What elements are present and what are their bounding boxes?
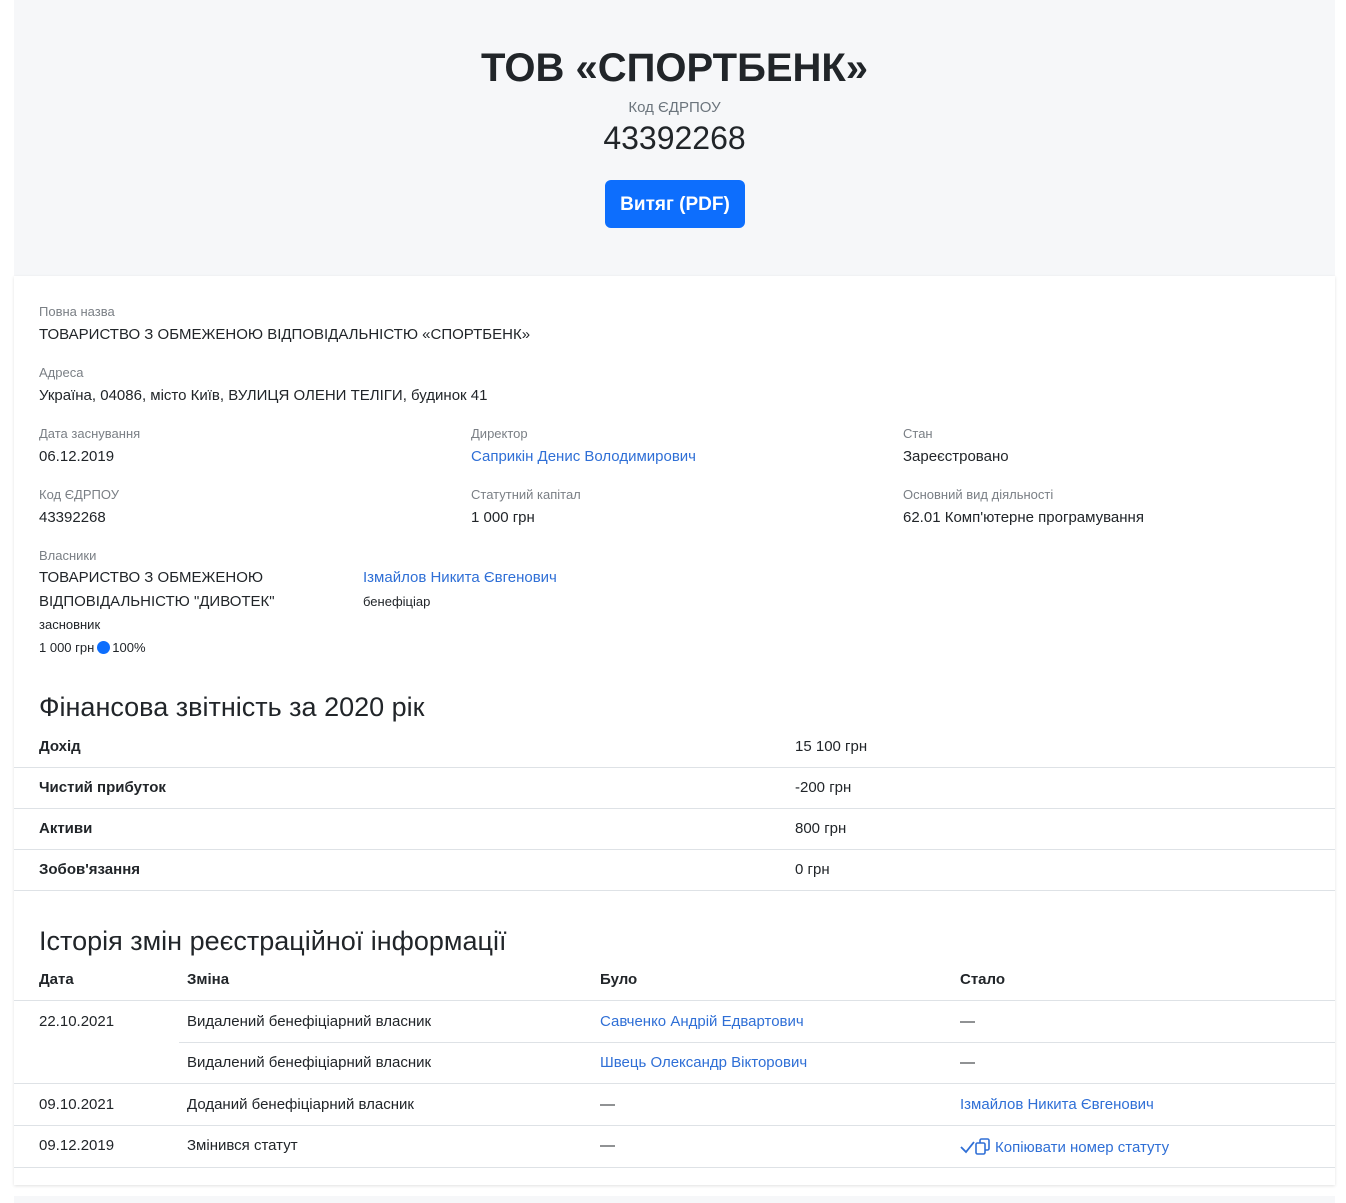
finance-row-label: Активи — [39, 820, 93, 837]
owner-founder-name-line2: ВІДПОВІДАЛЬНІСТЮ "ДИВОТЕК" — [39, 593, 275, 610]
history-was-link[interactable]: Швець Олександр Вікторович — [600, 1054, 807, 1071]
edrpou-field: Код ЄДРПОУ 43392268 — [39, 487, 119, 529]
history-col-date: Дата — [39, 971, 74, 988]
address-value: Україна, 04086, місто Київ, ВУЛИЦЯ ОЛЕНИ… — [39, 387, 488, 404]
full-name-value: ТОВАРИСТВО З ОБМЕЖЕНОЮ ВІДПОВІДАЛЬНІСТЮ … — [39, 326, 531, 343]
history-was: — — [600, 1137, 615, 1154]
check-copy-icon — [960, 1138, 992, 1162]
history-row: 09.10.2021 Доданий бенефіціарний власник… — [14, 1084, 1335, 1126]
history-group: 22.10.2021 Видалений бенефіціарний власн… — [14, 1001, 1335, 1084]
finance-row: Зобов'язання 0 грн — [14, 849, 1335, 891]
history-subrow: Видалений бенефіціарний власник Савченко… — [179, 1001, 1335, 1043]
activity-label: Основний вид діяльності — [903, 487, 1054, 502]
capital-field: Статутний капітал 1 000 грн — [471, 487, 581, 529]
history-change: Видалений бенефіціарний власник — [187, 1054, 432, 1071]
status-label: Стан — [903, 426, 933, 441]
history-was: — — [600, 1096, 615, 1113]
finance-row-value: -200 грн — [795, 779, 852, 796]
history-change: Видалений бенефіціарний власник — [187, 1013, 432, 1030]
history-title: Історія змін реєстраційної інформації — [39, 926, 507, 956]
copy-statute-label[interactable]: Копіювати номер статуту — [995, 1139, 1169, 1156]
history-date: 09.10.2021 — [39, 1096, 115, 1113]
history-change: Змінився статут — [187, 1137, 298, 1154]
finance-row: Дохід 15 100 грн — [14, 726, 1335, 768]
company-details-card: Повна назва ТОВАРИСТВО З ОБМЕЖЕНОЮ ВІДПО… — [14, 276, 1335, 1185]
owner-founder-role: засновник — [39, 617, 101, 632]
founded-value: 06.12.2019 — [39, 448, 115, 465]
history-change: Доданий бенефіціарний власник — [187, 1096, 414, 1113]
owner-beneficiary-link[interactable]: Ізмайлов Никита Євгенович — [363, 569, 557, 586]
finance-row-value: 0 грн — [795, 861, 830, 878]
full-name-field: Повна назва ТОВАРИСТВО З ОБМЕЖЕНОЮ ВІДПО… — [39, 304, 530, 346]
company-title: ТОВ «СПОРТБЕНК» — [480, 46, 869, 90]
founded-field: Дата заснування 06.12.2019 — [39, 426, 140, 468]
activity-value: 62.01 Комп'ютерне програмування — [903, 509, 1144, 526]
history-row: 09.12.2019 Змінився статут — Копіювати н… — [14, 1125, 1335, 1168]
capital-value: 1 000 грн — [471, 509, 535, 526]
activity-field: Основний вид діяльності 62.01 Комп'ютерн… — [903, 487, 1144, 529]
finance-row: Активи 800 грн — [14, 808, 1335, 850]
finance-row-value: 15 100 грн — [795, 738, 868, 755]
finance-row-value: 800 грн — [795, 820, 847, 837]
full-name-label: Повна назва — [39, 304, 115, 319]
company-header: ТОВ «СПОРТБЕНК» Код ЄДРПОУ 43392268 Витя… — [14, 0, 1335, 276]
page-footer-strip — [14, 1196, 1335, 1203]
founded-label: Дата заснування — [39, 426, 141, 441]
address-label: Адреса — [39, 365, 84, 380]
owner-beneficiary-role: бенефіціар — [363, 594, 431, 609]
owner-founder-percent: 100% — [112, 640, 146, 655]
status-field: Стан Зареєстровано — [903, 426, 1009, 468]
director-label: Директор — [471, 426, 528, 441]
owner-founder-share: 1 000 грн 100% — [39, 636, 339, 660]
edrpou-code: 43392268 — [603, 120, 746, 156]
owners-label: Власники — [39, 548, 97, 563]
capital-label: Статутний капітал — [471, 487, 581, 502]
edrpou-field-value: 43392268 — [39, 509, 106, 526]
history-was-link[interactable]: Савченко Андрій Едвартович — [600, 1013, 804, 1030]
finance-row: Чистий прибуток -200 грн — [14, 767, 1335, 809]
history-date: 22.10.2021 — [39, 1013, 115, 1030]
address-field: Адреса Україна, 04086, місто Київ, ВУЛИЦ… — [39, 365, 487, 407]
owner-founder: ТОВАРИСТВО З ОБМЕЖЕНОЮ ВІДПОВІДАЛЬНІСТЮ … — [39, 566, 339, 660]
share-dot-icon — [97, 641, 111, 654]
history-col-now: Стало — [960, 971, 1006, 988]
director-field: Директор Саприкін Денис Володимирович — [471, 426, 696, 468]
finance-title: Фінансова звітність за 2020 рік — [39, 692, 425, 722]
edrpou-label: Код ЄДРПОУ — [628, 99, 721, 116]
finance-row-label: Зобов'язання — [39, 861, 141, 878]
history-now: — — [960, 1013, 975, 1030]
owner-founder-name-line1: ТОВАРИСТВО З ОБМЕЖЕНОЮ — [39, 569, 264, 586]
owner-beneficiary: Ізмайлов Никита Євгенович бенефіціар — [363, 566, 557, 614]
finance-row-label: Дохід — [39, 738, 81, 755]
history-col-was: Було — [600, 971, 638, 988]
history-subrow: Видалений бенефіціарний власник Швець Ол… — [179, 1043, 1335, 1083]
owner-founder-amount: 1 000 грн — [39, 640, 95, 655]
status-value: Зареєстровано — [903, 448, 1009, 465]
finance-row-label: Чистий прибуток — [39, 779, 166, 796]
history-now: — — [960, 1054, 975, 1071]
history-header-row: Дата Зміна Було Стало — [14, 959, 1335, 1001]
director-link[interactable]: Саприкін Денис Володимирович — [471, 448, 696, 465]
pdf-extract-button[interactable]: Витяг (PDF) — [605, 180, 745, 228]
history-col-change: Зміна — [187, 971, 230, 988]
copy-statute-button[interactable]: Копіювати номер статуту — [960, 1137, 1169, 1162]
history-date: 09.12.2019 — [39, 1137, 115, 1154]
edrpou-field-label: Код ЄДРПОУ — [39, 487, 119, 502]
history-now-link[interactable]: Ізмайлов Никита Євгенович — [960, 1096, 1154, 1113]
